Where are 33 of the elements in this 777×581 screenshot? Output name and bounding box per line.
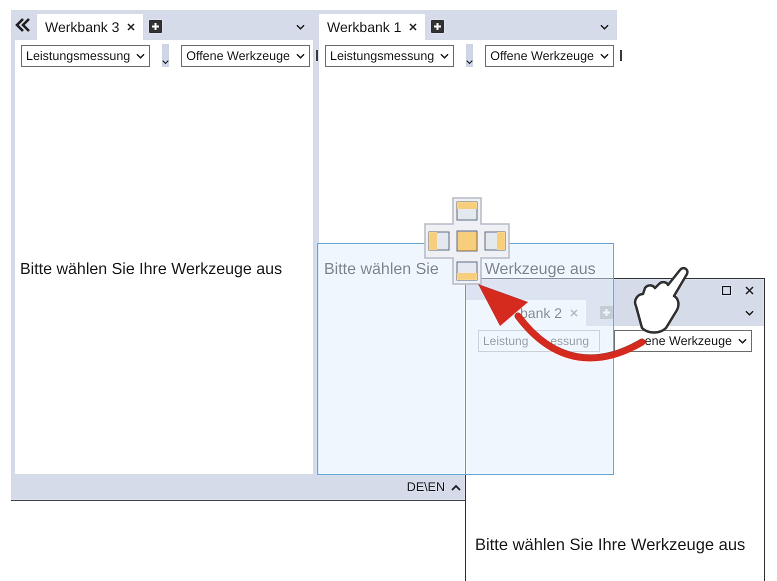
chevron-down-icon (296, 52, 306, 58)
language-toggle[interactable]: DE\EN (406, 480, 445, 494)
pin-icon[interactable] (620, 50, 622, 61)
chevron-down-icon (600, 52, 610, 58)
chevron-down-icon (162, 59, 170, 65)
pin-icon[interactable] (316, 50, 318, 61)
close-icon[interactable] (127, 23, 136, 31)
dropdown[interactable]: Leistungsmessung (325, 44, 454, 66)
expand-handle[interactable] (162, 44, 170, 67)
expand-handle[interactable] (466, 44, 474, 67)
tab[interactable]: Werkbank 3 (37, 14, 144, 40)
close-icon[interactable] (745, 286, 754, 294)
tab-list-chevron-icon (296, 24, 305, 30)
dropdown[interactable]: ene Werkzeuge (614, 330, 752, 352)
collapse-icon[interactable] (15, 18, 31, 32)
tab-list-chevron-icon (600, 24, 609, 30)
dropdown[interactable]: Offene Werkzeuge (485, 44, 614, 66)
chevron-down-icon (136, 52, 146, 58)
close-icon[interactable] (409, 23, 418, 31)
dropdown[interactable]: Leistungsmessung (21, 44, 150, 66)
add-tab-icon[interactable] (431, 20, 444, 33)
caret-up-icon[interactable] (451, 484, 461, 490)
maximize-icon[interactable] (722, 286, 731, 294)
tab-list-chevron-icon (745, 310, 754, 316)
placeholder-message: Bitte wählen Sie Ihre Werkzeuge aus (474, 536, 746, 555)
chevron-down-icon (466, 59, 474, 65)
placeholder-message: Bitte wählen Sie Ihre Werkzeuge aus (19, 260, 282, 278)
add-tab-icon[interactable] (149, 20, 162, 33)
chevron-down-icon (440, 52, 450, 58)
tab[interactable]: Werkbank 1 (319, 14, 426, 40)
dropdown[interactable]: Offene Werkzeuge (181, 44, 310, 66)
placeholder-message: Bitte wählen Sie Werkzeuge aus (323, 260, 596, 278)
chevron-down-icon (738, 338, 747, 344)
